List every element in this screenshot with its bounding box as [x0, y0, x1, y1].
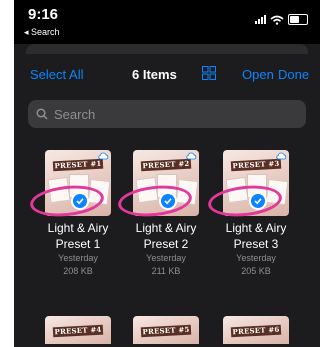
- file-item[interactable]: PRESET #1 Light & Airy Preset 1 Yesterday…: [28, 150, 122, 278]
- file-item[interactable]: PRESET #3 Light & Airy Preset 3 Yesterday…: [206, 150, 300, 278]
- file-item[interactable]: PRESET #5: [122, 316, 210, 344]
- thumbnail-banner: PRESET #5: [140, 324, 192, 338]
- file-name: Light & Airy Preset 2: [135, 221, 197, 251]
- file-date: Yesterday: [146, 253, 186, 263]
- done-button[interactable]: Done: [278, 67, 309, 82]
- select-all-button[interactable]: Select All: [30, 67, 83, 82]
- signal-icon: [255, 15, 266, 24]
- file-name: Light & Airy Preset 1: [47, 221, 109, 251]
- grid-view-icon[interactable]: [202, 66, 216, 80]
- file-item[interactable]: PRESET #6: [212, 316, 300, 344]
- file-size: 211 KB: [151, 266, 181, 276]
- file-thumbnail: PRESET #6: [223, 316, 289, 344]
- file-item[interactable]: PRESET #4: [34, 316, 122, 344]
- thumbnail-banner: PRESET #3: [230, 158, 282, 172]
- sheet-background: [26, 44, 308, 54]
- thumbnail-banner: PRESET #6: [230, 324, 282, 338]
- open-button[interactable]: Open: [242, 67, 274, 82]
- battery-icon: [288, 14, 308, 25]
- files-picker-screen: 9:16 ◂ Search Select All 6 Items Open Do…: [14, 0, 320, 347]
- thumbnail-banner: PRESET #1: [52, 158, 104, 172]
- file-item[interactable]: PRESET #2 Light & Airy Preset 2 Yesterday…: [116, 150, 210, 278]
- status-bar: 9:16 ◂ Search: [14, 0, 320, 44]
- search-input[interactable]: Search: [28, 100, 306, 128]
- file-date: Yesterday: [58, 253, 98, 263]
- file-name: Light & Airy Preset 3: [225, 221, 287, 251]
- cloud-icon: [276, 152, 287, 160]
- system-icons: [255, 14, 308, 25]
- wifi-icon: [270, 15, 284, 25]
- file-date: Yesterday: [236, 253, 276, 263]
- file-size: 208 KB: [63, 266, 93, 276]
- toolbar: Select All 6 Items Open Done: [14, 54, 320, 92]
- search-icon: [36, 108, 48, 120]
- cloud-icon: [186, 152, 197, 160]
- file-size: 205 KB: [241, 266, 271, 276]
- status-time: 9:16: [28, 6, 59, 23]
- thumbnail-banner: PRESET #2: [140, 158, 192, 172]
- thumbnail-banner: PRESET #4: [52, 324, 104, 338]
- file-thumbnail: PRESET #5: [133, 316, 199, 344]
- back-to-search-link[interactable]: ◂ Search: [24, 27, 60, 38]
- file-thumbnail: PRESET #4: [45, 316, 111, 344]
- cloud-icon: [98, 152, 109, 160]
- items-count-title: 6 Items: [132, 67, 177, 82]
- search-placeholder: Search: [54, 106, 96, 122]
